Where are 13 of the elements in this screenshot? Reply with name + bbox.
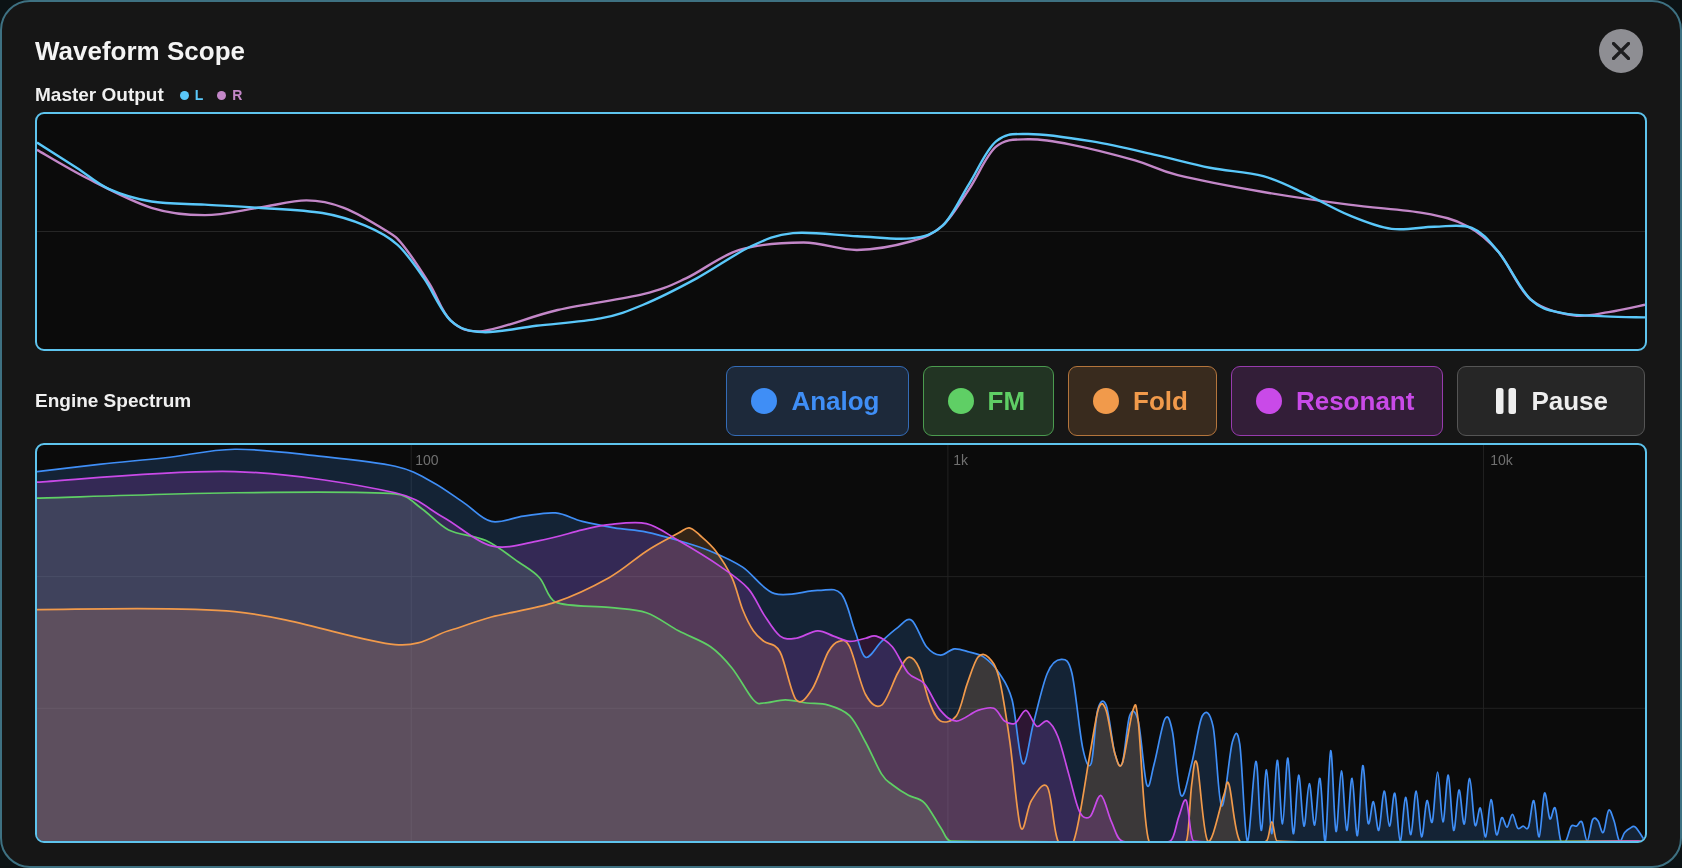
engine-toggle[interactable]: Analog [726,366,909,436]
close-icon [1612,42,1630,60]
pause-icon [1496,388,1517,414]
section-title: Engine Spectrum [35,390,192,412]
close-button[interactable] [1599,29,1643,73]
engine-toggle[interactable]: Fold [1068,366,1217,436]
window-title: Waveform Scope [35,35,245,67]
channel-label: R [232,87,243,103]
engine-toggle[interactable]: FM [922,366,1055,436]
engine-toggle[interactable]: Resonant [1230,366,1444,436]
section-title: Master Output [35,84,164,106]
pause-button[interactable]: Pause [1457,366,1645,436]
channel-label: L [194,87,204,103]
